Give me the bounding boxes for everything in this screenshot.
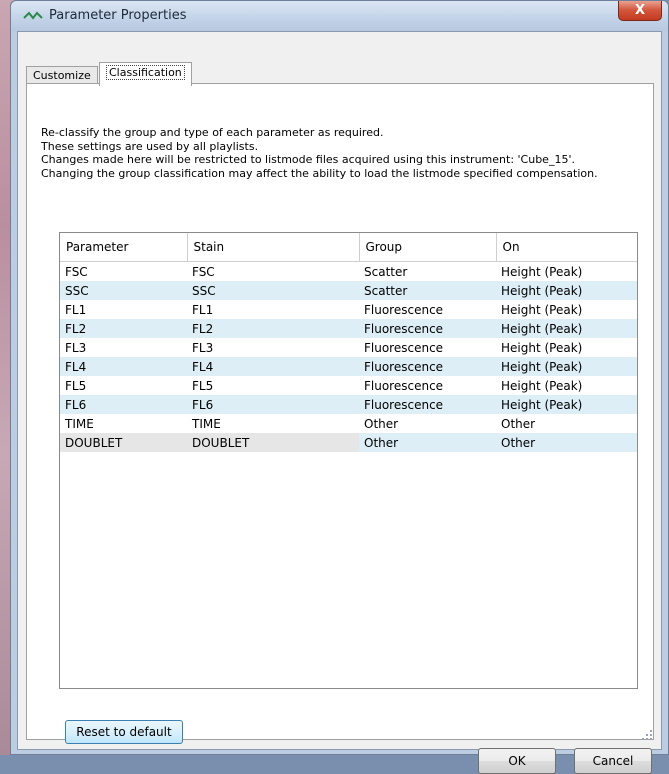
cell-group[interactable]: Other — [359, 414, 496, 433]
cell-stain[interactable]: SSC — [187, 281, 359, 300]
cell-on[interactable]: Height (Peak) — [496, 281, 637, 300]
tab-classification[interactable]: Classification — [99, 62, 192, 86]
cell-group[interactable]: Scatter — [359, 281, 496, 300]
cell-on[interactable]: Height (Peak) — [496, 319, 637, 338]
table-row[interactable]: SSC SSC Scatter Height (Peak) — [60, 281, 637, 300]
cell-on[interactable]: Height (Peak) — [496, 338, 637, 357]
cell-stain[interactable]: FL6 — [187, 395, 359, 414]
table-row[interactable]: FL6 FL6 Fluorescence Height (Peak) — [60, 395, 637, 414]
app-icon — [23, 11, 43, 20]
table-row[interactable]: FSC FSC Scatter Height (Peak) — [60, 262, 637, 282]
cell-on[interactable]: Height (Peak) — [496, 357, 637, 376]
cell-parameter: DOUBLET — [60, 433, 187, 452]
dialog-client-area: Customize Classification Re-classify the… — [17, 31, 662, 774]
cell-on[interactable]: Other — [496, 433, 637, 452]
cell-parameter: TIME — [65, 416, 94, 431]
description-line: Changes made here will be restricted to … — [41, 153, 575, 166]
cell-group[interactable]: Fluorescence — [359, 319, 496, 338]
cancel-button[interactable]: Cancel — [574, 748, 652, 774]
cell-parameter: FL5 — [65, 378, 87, 393]
cell-parameter: FL3 — [65, 340, 87, 355]
table-row[interactable]: FL3 FL3 Fluorescence Height (Peak) — [60, 338, 637, 357]
cell-group[interactable]: Fluorescence — [359, 376, 496, 395]
column-header-group[interactable]: Group — [358, 233, 497, 262]
cell-group[interactable]: Scatter — [359, 262, 496, 282]
cell-stain[interactable]: FL1 — [187, 300, 359, 319]
table-row[interactable]: DOUBLET DOUBLET Other Other — [60, 433, 637, 452]
dialog-window: Parameter Properties X Customize Classif… — [10, 0, 669, 774]
table-header-row: Parameter Stain Group On — [60, 233, 637, 262]
cell-on[interactable]: Height (Peak) — [496, 262, 637, 282]
tab-customize-label: Customize — [33, 69, 91, 82]
cell-stain[interactable]: FL2 — [187, 319, 359, 338]
reset-to-default-button[interactable]: Reset to default — [65, 720, 183, 744]
tab-classification-label: Classification — [106, 65, 185, 80]
cell-group[interactable]: Fluorescence — [359, 338, 496, 357]
cell-parameter: FL2 — [60, 319, 187, 338]
cell-stain[interactable]: FL4 — [187, 357, 359, 376]
cell-group[interactable]: Other — [359, 433, 496, 452]
cell-stain[interactable]: TIME — [187, 414, 359, 433]
parameter-table[interactable]: Parameter Stain Group On FSC FSC Scatter… — [59, 232, 638, 689]
window-title: Parameter Properties — [49, 8, 187, 23]
cell-parameter: SSC — [60, 281, 187, 300]
resize-grip-icon[interactable] — [641, 729, 653, 741]
cell-on[interactable]: Height (Peak) — [496, 395, 637, 414]
cell-on[interactable]: Other — [496, 414, 637, 433]
cell-parameter: FL4 — [60, 357, 187, 376]
table-row[interactable]: FL4 FL4 Fluorescence Height (Peak) — [60, 357, 637, 376]
table-row[interactable]: TIME TIME Other Other — [60, 414, 637, 433]
cell-stain[interactable]: FL3 — [187, 338, 359, 357]
table-row[interactable]: FL1 FL1 Fluorescence Height (Peak) — [60, 300, 637, 319]
column-header-parameter[interactable]: Parameter — [60, 233, 188, 262]
cell-stain[interactable]: FL5 — [187, 376, 359, 395]
description-text: Re-classify the group and type of each p… — [41, 126, 651, 180]
cell-group[interactable]: Fluorescence — [359, 357, 496, 376]
cell-parameter: FL6 — [60, 395, 187, 414]
close-icon: X — [634, 3, 646, 18]
column-header-stain[interactable]: Stain — [186, 233, 360, 262]
description-line: Changing the group classification may af… — [41, 166, 598, 180]
cell-on[interactable]: Height (Peak) — [496, 376, 637, 395]
title-bar[interactable]: Parameter Properties X — [11, 1, 668, 31]
cell-parameter: FSC — [65, 264, 88, 279]
cell-stain[interactable]: FSC — [187, 262, 359, 282]
cell-group[interactable]: Fluorescence — [359, 395, 496, 414]
cell-group[interactable]: Fluorescence — [359, 300, 496, 319]
column-header-on[interactable]: On — [495, 233, 637, 262]
table-row[interactable]: FL2 FL2 Fluorescence Height (Peak) — [60, 319, 637, 338]
cell-parameter: FL1 — [65, 302, 87, 317]
close-button[interactable]: X — [618, 1, 662, 21]
ok-button[interactable]: OK — [478, 748, 556, 774]
description-line: Re-classify the group and type of each p… — [41, 126, 384, 139]
cell-on[interactable]: Height (Peak) — [496, 300, 637, 319]
classification-panel: Re-classify the group and type of each p… — [26, 83, 654, 744]
table-row[interactable]: FL5 FL5 Fluorescence Height (Peak) — [60, 376, 637, 395]
cell-stain[interactable]: DOUBLET — [187, 433, 359, 452]
description-line: These settings are used by all playlists… — [41, 139, 259, 153]
